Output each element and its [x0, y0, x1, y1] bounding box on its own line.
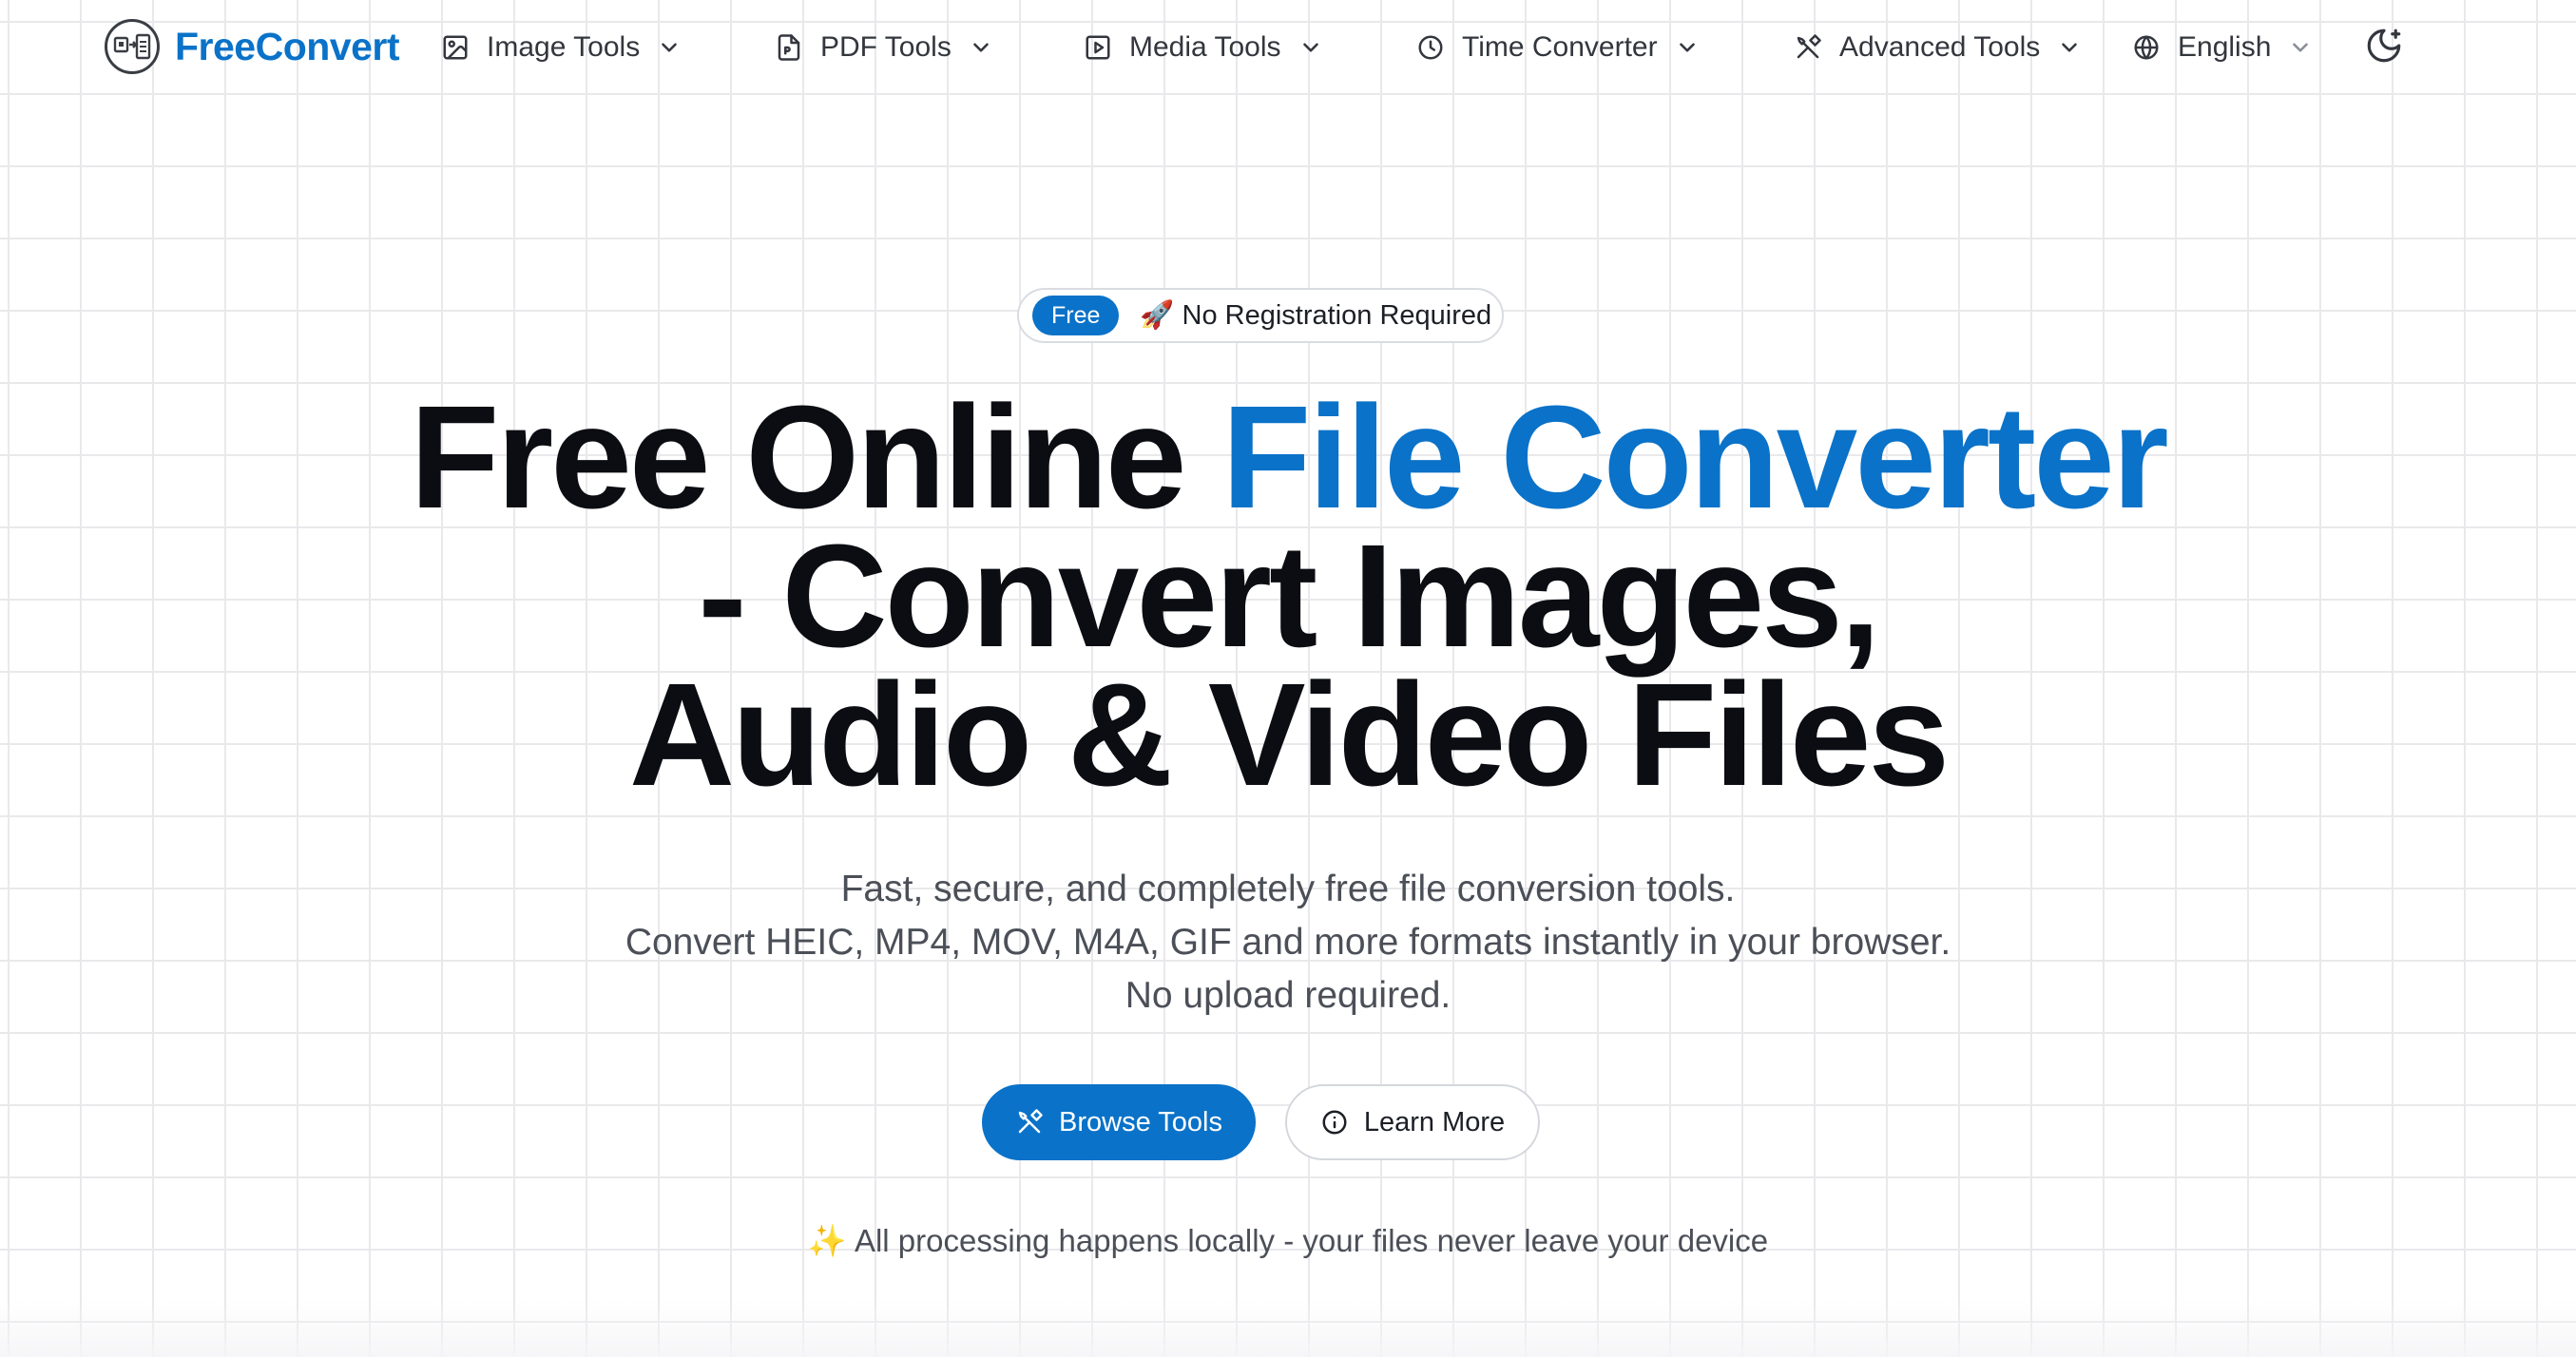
brand-name: FreeConvert — [175, 24, 400, 68]
badge-text-group: 🚀 No Registration Required — [1140, 299, 1491, 332]
chevron-down-icon — [657, 35, 682, 60]
play-square-icon — [1084, 33, 1112, 62]
tools-icon — [1015, 1108, 1044, 1137]
page-title: Free Online File Converter - Convert Ima… — [0, 384, 2576, 816]
hero-actions: Browse Tools Learn More — [0, 1084, 2576, 1160]
image-icon — [441, 33, 470, 62]
footnote-text: All processing happens locally - your fi… — [854, 1223, 1769, 1258]
nav-time-converter[interactable]: Time Converter — [1416, 25, 1700, 70]
brand-logo[interactable]: FreeConvert — [105, 17, 400, 76]
sparkles-icon: ✨ — [807, 1223, 847, 1258]
subtitle-line-2: Convert HEIC, MP4, MOV, M4A, GIF and mor… — [625, 922, 1951, 963]
nav-advanced-tools-label: Advanced Tools — [1839, 31, 2041, 63]
nav-pdf-tools-label: PDF Tools — [820, 31, 952, 63]
nav-image-tools[interactable]: Image Tools — [441, 25, 682, 70]
free-pill: Free — [1032, 296, 1120, 335]
headline-line-1: Free Online File Converter — [0, 384, 2576, 530]
pdf-file-icon — [775, 33, 803, 62]
tools-icon — [1794, 33, 1822, 62]
browse-tools-label: Browse Tools — [1059, 1106, 1222, 1137]
hero-subtitle: Fast, secure, and completely free file c… — [0, 863, 2576, 1023]
learn-more-label: Learn More — [1363, 1106, 1506, 1137]
chevron-down-icon — [2288, 35, 2313, 60]
background-fade — [0, 1300, 2576, 1357]
nav-time-converter-label: Time Converter — [1462, 31, 1658, 63]
top-navigation: FreeConvert Image Tools PDF Tools Media … — [0, 0, 2576, 95]
converter-logo-icon — [105, 19, 160, 74]
local-processing-note: ✨ All processing happens locally - your f… — [0, 1223, 2576, 1260]
moon-sparkle-icon — [2364, 26, 2404, 70]
chevron-down-icon — [1675, 35, 1700, 60]
globe-icon — [2132, 33, 2161, 62]
language-selector[interactable]: English — [2132, 25, 2313, 70]
no-registration-badge: Free 🚀 No Registration Required — [1017, 288, 1504, 343]
chevron-down-icon — [969, 35, 993, 60]
chevron-down-icon — [2057, 35, 2082, 60]
rocket-icon: 🚀 — [1140, 300, 1175, 331]
clock-icon — [1416, 33, 1445, 62]
nav-advanced-tools[interactable]: Advanced Tools — [1794, 25, 2082, 70]
chevron-down-icon — [1298, 35, 1323, 60]
language-label: English — [2178, 31, 2272, 63]
headline-line-3: Audio & Video Files — [628, 653, 1950, 816]
subtitle-line-1: Fast, secure, and completely free file c… — [840, 869, 1736, 909]
learn-more-button[interactable]: Learn More — [1285, 1084, 1540, 1160]
subtitle-line-3: No upload required. — [1125, 975, 1451, 1016]
nav-image-tools-label: Image Tools — [487, 31, 641, 63]
headline-line-2: - Convert Images, — [698, 514, 1880, 678]
theme-toggle-button[interactable] — [2361, 25, 2407, 70]
nav-pdf-tools[interactable]: PDF Tools — [775, 25, 993, 70]
info-circle-icon — [1320, 1108, 1349, 1137]
browse-tools-button[interactable]: Browse Tools — [982, 1084, 1256, 1160]
nav-media-tools[interactable]: Media Tools — [1084, 25, 1323, 70]
badge-text: No Registration Required — [1182, 300, 1492, 331]
nav-media-tools-label: Media Tools — [1129, 31, 1281, 63]
